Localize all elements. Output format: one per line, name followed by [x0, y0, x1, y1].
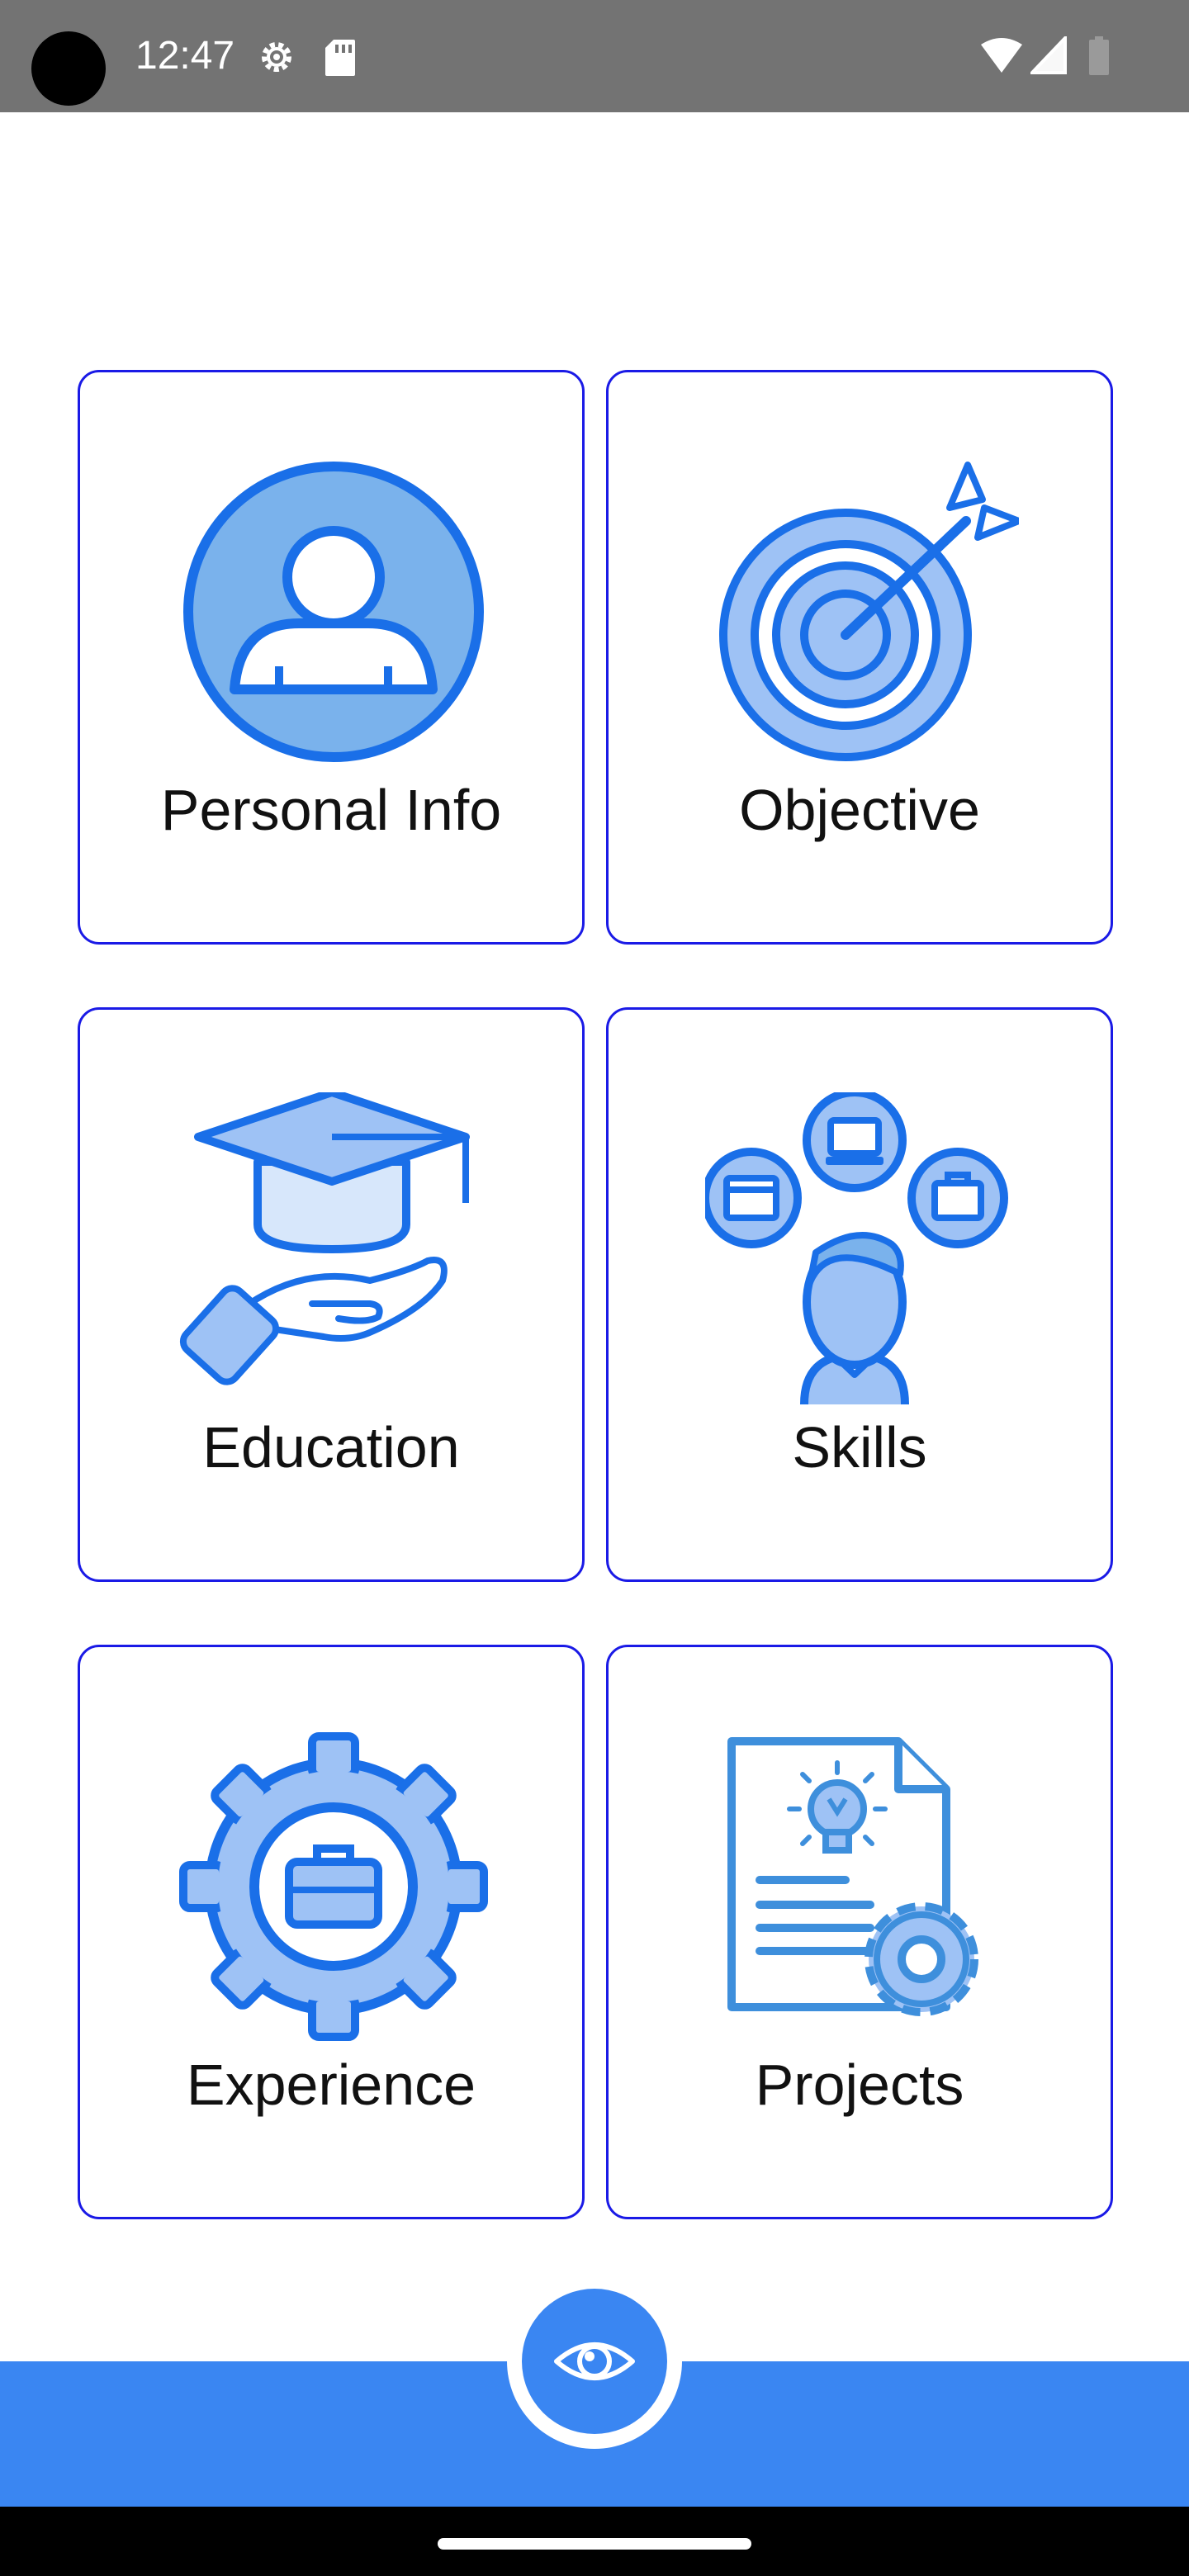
objective-card[interactable]: Objective [606, 370, 1113, 945]
target-icon [705, 455, 1022, 769]
card-label: Experience [186, 2053, 476, 2117]
camera-cutout [31, 31, 106, 106]
card-label: Personal Info [160, 778, 502, 842]
home-gesture-handle[interactable] [438, 2538, 751, 2550]
card-label: Education [202, 1415, 460, 1480]
document-gear-icon [705, 1730, 1019, 2043]
graduation-cap-icon [177, 1088, 490, 1406]
settings-gear-icon [256, 36, 297, 82]
gear-briefcase-icon [177, 1730, 490, 2043]
card-label: Skills [792, 1415, 927, 1480]
sd-card-icon [324, 38, 357, 82]
experience-card[interactable]: Experience [78, 1645, 585, 2219]
battery-icon [1088, 36, 1110, 80]
card-label: Objective [739, 778, 980, 842]
card-label: Projects [755, 2053, 964, 2117]
education-card[interactable]: Education [78, 1007, 585, 1582]
eye-icon [554, 2342, 635, 2380]
wifi-icon [979, 38, 1024, 78]
skills-icon [701, 1088, 1019, 1406]
system-nav-bar [0, 2507, 1189, 2576]
person-icon [177, 455, 490, 769]
personal-info-card[interactable]: Personal Info [78, 370, 585, 945]
skills-card[interactable]: Skills [606, 1007, 1113, 1582]
signal-icon [1028, 34, 1067, 78]
status-time: 12:47 [135, 34, 235, 78]
section-grid: Personal Info Objective Education Skills… [78, 370, 1113, 2219]
preview-button[interactable] [522, 2289, 667, 2434]
projects-card[interactable]: Projects [606, 1645, 1113, 2219]
status-bar: 12:47 [0, 0, 1189, 112]
